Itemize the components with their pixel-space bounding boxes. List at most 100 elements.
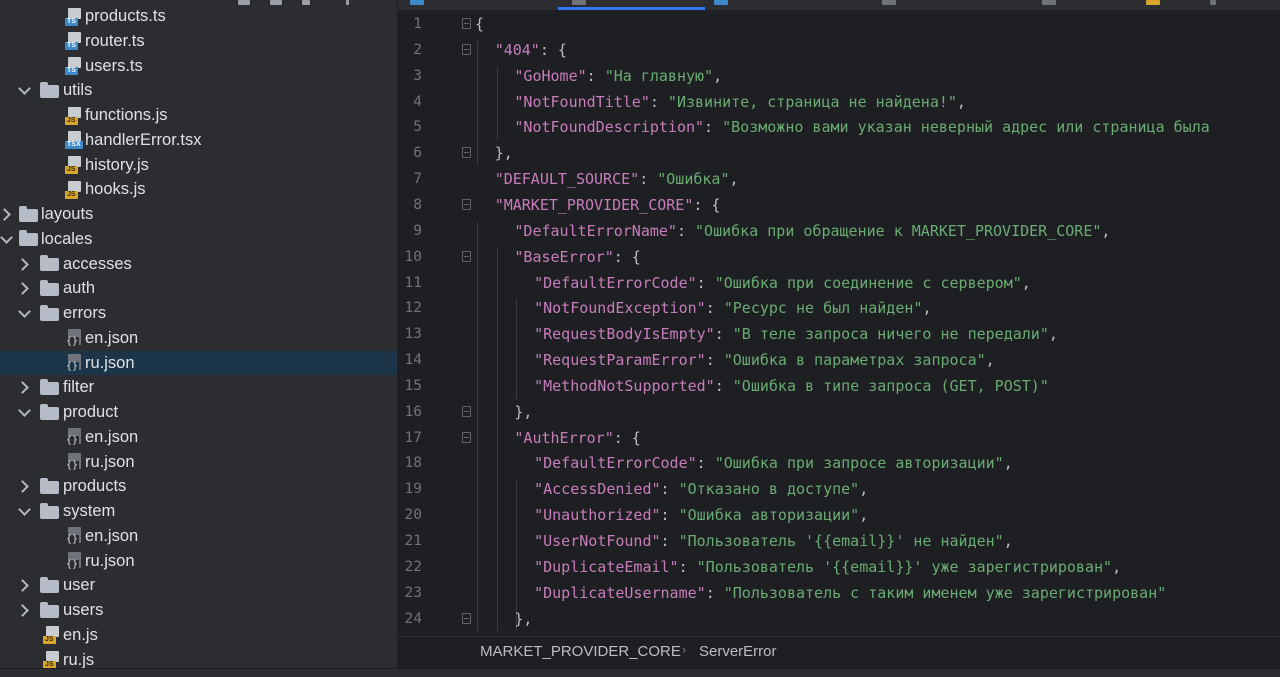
chevron-right-icon[interactable] bbox=[18, 376, 30, 400]
code-line[interactable]: 11 "DefaultErrorCode": "Ошибка при соедин… bbox=[398, 270, 1280, 296]
chevron-down-icon[interactable] bbox=[0, 227, 12, 251]
code-line[interactable]: 8 "MARKET_PROVIDER_CORE": { bbox=[398, 192, 1280, 218]
fold-marker-icon[interactable] bbox=[462, 405, 471, 417]
tree-file[interactable]: JS en.js bbox=[0, 623, 397, 647]
tree-file[interactable]: JS hooks.js bbox=[0, 178, 397, 202]
tree-file[interactable]: JS history.js bbox=[0, 153, 397, 177]
fold-marker-icon[interactable] bbox=[462, 612, 471, 624]
code-line[interactable]: 24}, bbox=[398, 606, 1280, 632]
tree-folder[interactable]: users bbox=[0, 599, 397, 623]
json-punctuation: , bbox=[956, 92, 966, 111]
json-string: "Пользователь '{{email}}' не найден" bbox=[678, 532, 1004, 550]
chevron-right-icon[interactable] bbox=[0, 203, 12, 227]
tab-close-icon[interactable] bbox=[1210, 0, 1216, 5]
tree-file[interactable]: {} en.json bbox=[0, 326, 397, 350]
chevron-right-icon[interactable] bbox=[18, 252, 30, 276]
code-line[interactable]: 5 "NotFoundDescription": "Возможно вами у… bbox=[398, 114, 1280, 140]
json-key: "DuplicateUsername" bbox=[534, 583, 706, 602]
tree-file[interactable]: JS ru.js bbox=[0, 648, 397, 668]
tree-folder[interactable]: utils bbox=[0, 79, 397, 103]
code-line[interactable]: 10 "BaseError": { bbox=[398, 244, 1280, 270]
tree-file[interactable]: {} ru.json bbox=[0, 549, 397, 573]
code-line[interactable]: 21 "UserNotFound": "Пользователь '{{email… bbox=[398, 528, 1280, 554]
folder-icon bbox=[19, 230, 38, 247]
code-line[interactable]: 22 "DuplicateEmail": "Пользователь '{{ema… bbox=[398, 554, 1280, 580]
tree-file[interactable]: {} ru.json bbox=[0, 450, 397, 474]
chevron-right-icon[interactable] bbox=[18, 599, 30, 623]
chevron-down-icon[interactable] bbox=[18, 79, 30, 103]
tree-file[interactable]: TS products.ts bbox=[0, 5, 397, 29]
tree-folder[interactable]: errors bbox=[0, 302, 397, 326]
tree-folder[interactable]: product bbox=[0, 401, 397, 425]
tab-tsx-icon[interactable] bbox=[714, 0, 728, 5]
tree-file[interactable]: TSX handlerError.tsx bbox=[0, 128, 397, 152]
code-line[interactable]: 9 "DefaultErrorName": "Ошибка при обращен… bbox=[398, 218, 1280, 244]
code-line[interactable]: 18 "DefaultErrorCode": "Ошибка при запрос… bbox=[398, 450, 1280, 476]
tree-item-label: products bbox=[63, 477, 127, 496]
code-text: "DuplicateUsername": "Пользователь с так… bbox=[534, 580, 1166, 606]
tab-json-icon-3[interactable] bbox=[1042, 0, 1056, 5]
code-line[interactable]: 12 "NotFoundException": "Ресурс не был на… bbox=[398, 295, 1280, 321]
json-key: "DuplicateEmail" bbox=[534, 557, 679, 576]
tree-folder[interactable]: auth bbox=[0, 277, 397, 301]
code-line[interactable]: 14 "RequestParamError": "Ошибка в парамет… bbox=[398, 347, 1280, 373]
json-key: "MARKET_PROVIDER_CORE" bbox=[494, 195, 694, 214]
tree-folder[interactable]: accesses bbox=[0, 252, 397, 276]
code-editor[interactable]: 1{2 "404": {3 "GoHome": "На главную", 4 "Not… bbox=[398, 0, 1280, 668]
chevron-right-icon[interactable] bbox=[18, 475, 30, 499]
tab-js-icon[interactable] bbox=[1146, 0, 1160, 5]
code-line[interactable]: 6}, bbox=[398, 140, 1280, 166]
tree-folder[interactable]: filter bbox=[0, 376, 397, 400]
chevron-right-icon[interactable] bbox=[18, 574, 30, 598]
fold-marker-icon[interactable] bbox=[462, 250, 471, 262]
code-line[interactable]: 4 "NotFoundTitle": "Извините, страница не… bbox=[398, 89, 1280, 115]
code-line[interactable]: 19 "AccessDenied": "Отказано в доступе", bbox=[398, 476, 1280, 502]
json-key: "RequestParamError" bbox=[534, 351, 706, 370]
breadcrumb-item-market-provider-core[interactable]: MARKET_PROVIDER_CORE bbox=[480, 643, 681, 660]
json-punctuation: , bbox=[1101, 221, 1111, 240]
tree-folder[interactable]: products bbox=[0, 475, 397, 499]
code-line[interactable]: 13 "RequestBodyIsEmpty": "В теле запроса … bbox=[398, 321, 1280, 347]
breadcrumb-item-server-error[interactable]: ServerError bbox=[699, 643, 777, 660]
tree-file[interactable]: {} en.json bbox=[0, 425, 397, 449]
code-line[interactable]: 1{ bbox=[398, 11, 1280, 37]
json-punctuation: , bbox=[729, 170, 739, 189]
chevron-down-icon[interactable] bbox=[18, 401, 30, 425]
code-line[interactable]: 2 "404": { bbox=[398, 37, 1280, 63]
tab-json-icon[interactable] bbox=[572, 0, 586, 5]
json-string: "Отказано в доступе" bbox=[678, 480, 860, 499]
line-number: 14 bbox=[404, 352, 422, 369]
code-line[interactable]: 17 "AuthError": { bbox=[398, 425, 1280, 451]
tree-folder[interactable]: user bbox=[0, 574, 397, 598]
code-line[interactable]: 3 "GoHome": "На главную", bbox=[398, 63, 1280, 89]
code-line[interactable]: 20 "Unauthorized": "Ошибка авторизации", bbox=[398, 502, 1280, 528]
tree-file[interactable]: JS functions.js bbox=[0, 104, 397, 128]
fold-marker-icon[interactable] bbox=[462, 198, 471, 210]
json-string: "Ошибка при соединение с сервером" bbox=[714, 273, 1022, 292]
code-text: "NotFoundTitle": "Извините, страница не … bbox=[514, 89, 966, 115]
json-punctuation: }, bbox=[494, 144, 513, 163]
code-text: "Unauthorized": "Ошибка авторизации", bbox=[534, 502, 868, 528]
code-line[interactable]: 16}, bbox=[398, 399, 1280, 425]
tab-ts-icon[interactable] bbox=[410, 0, 424, 5]
code-line[interactable]: 15 "MethodNotSupported": "Ошибка в типе з… bbox=[398, 373, 1280, 399]
json-punctuation: : bbox=[714, 376, 733, 395]
tree-folder[interactable]: system bbox=[0, 500, 397, 524]
chevron-down-icon[interactable] bbox=[18, 500, 30, 524]
tree-file[interactable]: {} en.json bbox=[0, 524, 397, 548]
tree-folder[interactable]: locales bbox=[0, 227, 397, 251]
tree-folder[interactable]: layouts bbox=[0, 203, 397, 227]
tree-file[interactable]: TS users.ts bbox=[0, 54, 397, 78]
code-line[interactable]: 7 "DEFAULT_SOURCE": "Ошибка", bbox=[398, 166, 1280, 192]
fold-marker-icon[interactable] bbox=[462, 43, 471, 55]
json-punctuation: : bbox=[639, 170, 658, 189]
tree-file[interactable]: {} ru.json bbox=[0, 351, 397, 375]
tree-file[interactable]: TS router.ts bbox=[0, 29, 397, 53]
fold-marker-icon[interactable] bbox=[462, 431, 471, 443]
fold-marker-icon[interactable] bbox=[462, 18, 471, 29]
fold-marker-icon[interactable] bbox=[462, 147, 471, 159]
chevron-right-icon[interactable] bbox=[18, 277, 30, 301]
chevron-down-icon[interactable] bbox=[18, 302, 30, 326]
tab-json-icon-2[interactable] bbox=[882, 0, 896, 5]
code-line[interactable]: 23 "DuplicateUsername": "Пользователь с т… bbox=[398, 580, 1280, 606]
